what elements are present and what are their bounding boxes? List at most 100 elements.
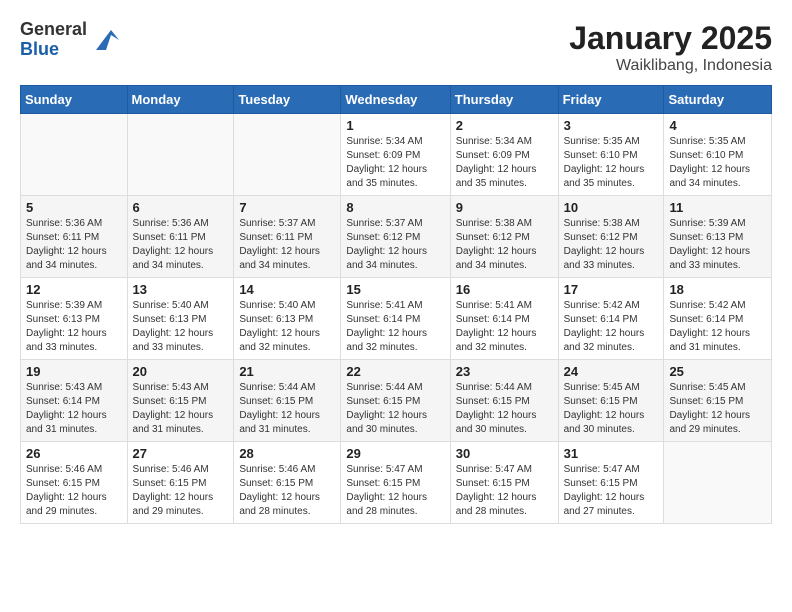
day-number: 1: [346, 118, 444, 133]
calendar-cell: 18 Sunrise: 5:42 AM Sunset: 6:14 PM Dayli…: [664, 278, 772, 360]
day-info: Sunrise: 5:38 AM Sunset: 6:12 PM Dayligh…: [456, 217, 553, 273]
day-info: Sunrise: 5:45 AM Sunset: 6:15 PM Dayligh…: [669, 381, 766, 437]
day-number: 8: [346, 200, 444, 215]
calendar-cell: 10 Sunrise: 5:38 AM Sunset: 6:12 PM Dayli…: [558, 196, 664, 278]
calendar-cell: 9 Sunrise: 5:38 AM Sunset: 6:12 PM Daylig…: [450, 196, 558, 278]
calendar-cell: 2Sunrise: 5:34 AM Sunset: 6:09 PM Daylig…: [450, 114, 558, 196]
calendar-table: SundayMondayTuesdayWednesdayThursdayFrid…: [20, 85, 772, 524]
calendar-cell: 29 Sunrise: 5:47 AM Sunset: 6:15 PM Dayli…: [341, 442, 450, 524]
day-info: Sunrise: 5:47 AM Sunset: 6:15 PM Dayligh…: [564, 463, 659, 519]
calendar-cell: 21Sunrise: 5:44 AM Sunset: 6:15 PM Dayli…: [234, 360, 341, 442]
weekday-header-wednesday: Wednesday: [341, 86, 450, 114]
day-info: Sunrise: 5:47 AM Sunset: 6:15 PM Dayligh…: [456, 463, 553, 519]
logo: General Blue: [20, 20, 121, 60]
day-number: 2: [456, 118, 553, 133]
calendar-cell: 4 Sunrise: 5:35 AM Sunset: 6:10 PM Daylig…: [664, 114, 772, 196]
day-info: Sunrise: 5:39 AM Sunset: 6:13 PM Dayligh…: [669, 217, 766, 273]
day-number: 4: [669, 118, 766, 133]
day-info: Sunrise: 5:35 AM Sunset: 6:10 PM Dayligh…: [669, 135, 766, 191]
day-info: Sunrise: 5:42 AM Sunset: 6:14 PM Dayligh…: [564, 299, 659, 355]
day-info: Sunrise: 5:40 AM Sunset: 6:13 PM Dayligh…: [133, 299, 229, 355]
calendar-cell: 30Sunrise: 5:47 AM Sunset: 6:15 PM Dayli…: [450, 442, 558, 524]
page-header: General Blue January 2025 Waiklibang, In…: [20, 20, 772, 75]
day-number: 6: [133, 200, 229, 215]
calendar-cell: [664, 442, 772, 524]
day-number: 11: [669, 200, 766, 215]
day-info: Sunrise: 5:37 AM Sunset: 6:12 PM Dayligh…: [346, 217, 444, 273]
calendar-cell: 20Sunrise: 5:43 AM Sunset: 6:15 PM Dayli…: [127, 360, 234, 442]
weekday-header-thursday: Thursday: [450, 86, 558, 114]
calendar-cell: 16Sunrise: 5:41 AM Sunset: 6:14 PM Dayli…: [450, 278, 558, 360]
day-number: 14: [239, 282, 335, 297]
weekday-header-monday: Monday: [127, 86, 234, 114]
day-info: Sunrise: 5:36 AM Sunset: 6:11 PM Dayligh…: [26, 217, 122, 273]
day-number: 28: [239, 446, 335, 461]
day-info: Sunrise: 5:37 AM Sunset: 6:11 PM Dayligh…: [239, 217, 335, 273]
day-number: 18: [669, 282, 766, 297]
calendar-week-1: 1 Sunrise: 5:34 AM Sunset: 6:09 PM Daylig…: [21, 114, 772, 196]
calendar-cell: 6 Sunrise: 5:36 AM Sunset: 6:11 PM Daylig…: [127, 196, 234, 278]
calendar-cell: 28 Sunrise: 5:46 AM Sunset: 6:15 PM Dayli…: [234, 442, 341, 524]
calendar-week-5: 26 Sunrise: 5:46 AM Sunset: 6:15 PM Dayli…: [21, 442, 772, 524]
calendar-cell: [234, 114, 341, 196]
day-info: Sunrise: 5:40 AM Sunset: 6:13 PM Dayligh…: [239, 299, 335, 355]
day-number: 13: [133, 282, 229, 297]
calendar-cell: 12Sunrise: 5:39 AM Sunset: 6:13 PM Dayli…: [21, 278, 128, 360]
calendar-week-4: 19 Sunrise: 5:43 AM Sunset: 6:14 PM Dayli…: [21, 360, 772, 442]
calendar-week-3: 12Sunrise: 5:39 AM Sunset: 6:13 PM Dayli…: [21, 278, 772, 360]
day-info: Sunrise: 5:47 AM Sunset: 6:15 PM Dayligh…: [346, 463, 444, 519]
calendar-cell: 11 Sunrise: 5:39 AM Sunset: 6:13 PM Dayli…: [664, 196, 772, 278]
day-info: Sunrise: 5:43 AM Sunset: 6:14 PM Dayligh…: [26, 381, 122, 437]
calendar-cell: 27 Sunrise: 5:46 AM Sunset: 6:15 PM Dayli…: [127, 442, 234, 524]
day-number: 31: [564, 446, 659, 461]
logo-icon: [91, 25, 121, 55]
day-info: Sunrise: 5:34 AM Sunset: 6:09 PM Dayligh…: [346, 135, 444, 191]
day-info: Sunrise: 5:42 AM Sunset: 6:14 PM Dayligh…: [669, 299, 766, 355]
weekday-header-friday: Friday: [558, 86, 664, 114]
day-number: 12: [26, 282, 122, 297]
calendar-cell: 8 Sunrise: 5:37 AM Sunset: 6:12 PM Daylig…: [341, 196, 450, 278]
day-number: 19: [26, 364, 122, 379]
day-number: 27: [133, 446, 229, 461]
weekday-header-tuesday: Tuesday: [234, 86, 341, 114]
day-info: Sunrise: 5:38 AM Sunset: 6:12 PM Dayligh…: [564, 217, 659, 273]
day-number: 24: [564, 364, 659, 379]
calendar-cell: 23Sunrise: 5:44 AM Sunset: 6:15 PM Dayli…: [450, 360, 558, 442]
calendar-cell: 15Sunrise: 5:41 AM Sunset: 6:14 PM Dayli…: [341, 278, 450, 360]
calendar-cell: 25Sunrise: 5:45 AM Sunset: 6:15 PM Dayli…: [664, 360, 772, 442]
calendar-cell: 14 Sunrise: 5:40 AM Sunset: 6:13 PM Dayli…: [234, 278, 341, 360]
day-info: Sunrise: 5:46 AM Sunset: 6:15 PM Dayligh…: [239, 463, 335, 519]
day-number: 3: [564, 118, 659, 133]
calendar-cell: 22Sunrise: 5:44 AM Sunset: 6:15 PM Dayli…: [341, 360, 450, 442]
day-number: 10: [564, 200, 659, 215]
calendar-cell: 5 Sunrise: 5:36 AM Sunset: 6:11 PM Daylig…: [21, 196, 128, 278]
calendar-cell: 17Sunrise: 5:42 AM Sunset: 6:14 PM Dayli…: [558, 278, 664, 360]
day-number: 29: [346, 446, 444, 461]
day-number: 21: [239, 364, 335, 379]
calendar-cell: 3Sunrise: 5:35 AM Sunset: 6:10 PM Daylig…: [558, 114, 664, 196]
day-info: Sunrise: 5:46 AM Sunset: 6:15 PM Dayligh…: [133, 463, 229, 519]
logo-general-text: General: [20, 20, 87, 40]
logo-blue-text: Blue: [20, 40, 87, 60]
day-number: 5: [26, 200, 122, 215]
day-number: 16: [456, 282, 553, 297]
day-number: 15: [346, 282, 444, 297]
calendar-cell: 7 Sunrise: 5:37 AM Sunset: 6:11 PM Daylig…: [234, 196, 341, 278]
weekday-header-saturday: Saturday: [664, 86, 772, 114]
month-title: January 2025: [569, 20, 772, 57]
calendar-cell: 31 Sunrise: 5:47 AM Sunset: 6:15 PM Dayli…: [558, 442, 664, 524]
title-area: January 2025 Waiklibang, Indonesia: [569, 20, 772, 75]
calendar-cell: [21, 114, 128, 196]
calendar-cell: 24Sunrise: 5:45 AM Sunset: 6:15 PM Dayli…: [558, 360, 664, 442]
day-number: 7: [239, 200, 335, 215]
day-info: Sunrise: 5:46 AM Sunset: 6:15 PM Dayligh…: [26, 463, 122, 519]
weekday-header-sunday: Sunday: [21, 86, 128, 114]
day-number: 9: [456, 200, 553, 215]
day-number: 26: [26, 446, 122, 461]
calendar-cell: 1 Sunrise: 5:34 AM Sunset: 6:09 PM Daylig…: [341, 114, 450, 196]
calendar-cell: 19 Sunrise: 5:43 AM Sunset: 6:14 PM Dayli…: [21, 360, 128, 442]
day-info: Sunrise: 5:36 AM Sunset: 6:11 PM Dayligh…: [133, 217, 229, 273]
day-number: 20: [133, 364, 229, 379]
day-number: 23: [456, 364, 553, 379]
weekday-header-row: SundayMondayTuesdayWednesdayThursdayFrid…: [21, 86, 772, 114]
